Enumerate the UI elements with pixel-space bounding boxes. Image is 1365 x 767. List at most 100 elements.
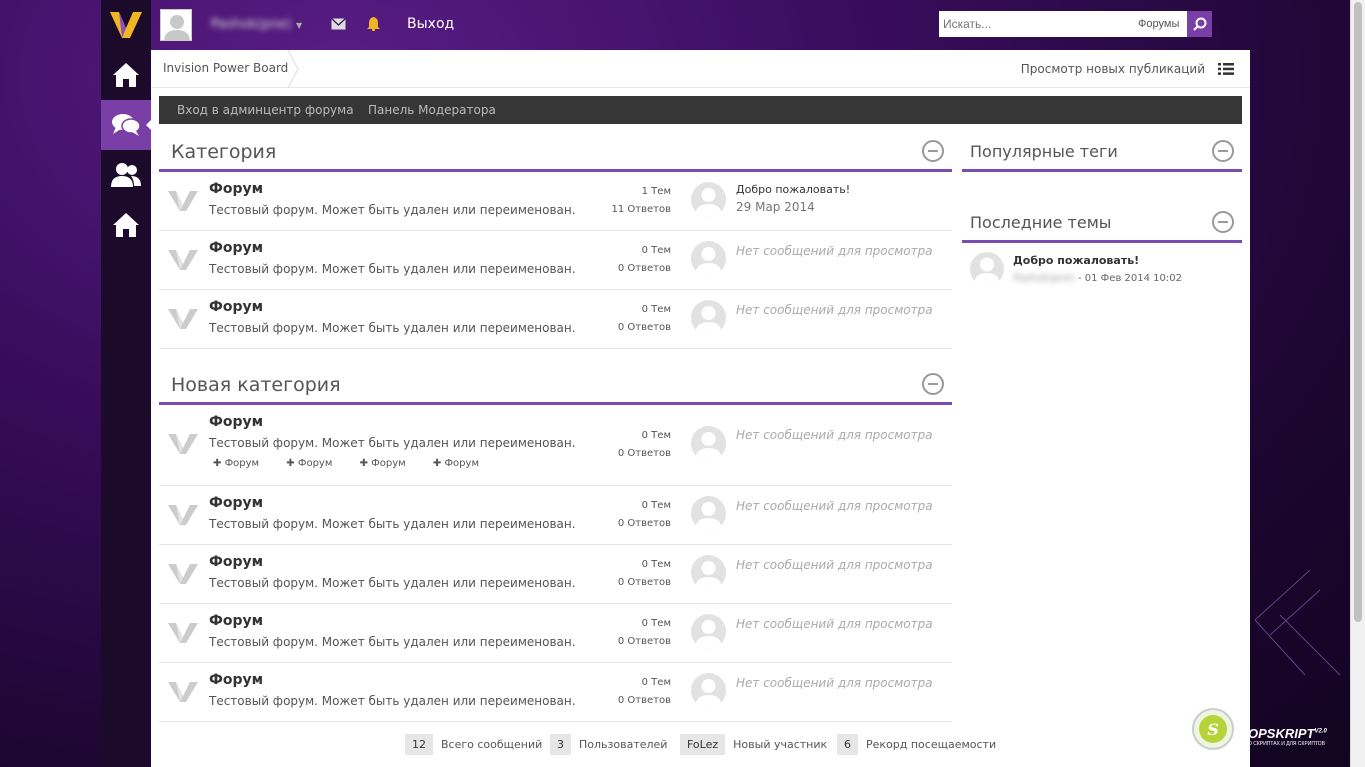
collapse-icon[interactable] — [1212, 140, 1234, 162]
avatar — [691, 555, 726, 590]
stat-posts-label: Всего сообщений — [441, 738, 543, 751]
category-title[interactable]: Новая категория — [171, 374, 341, 396]
page-scrollbar[interactable] — [1350, 0, 1365, 767]
no-posts-text: Нет сообщений для просмотра — [736, 617, 933, 631]
nav-forums[interactable] — [101, 100, 152, 150]
stat-record-count: 6 — [837, 734, 858, 755]
forum-stats: 0 Тем 0 Ответов — [618, 242, 671, 278]
avatar — [691, 673, 726, 708]
avatar — [691, 300, 726, 335]
nav-home[interactable] — [101, 50, 151, 100]
forum-stats: 0 Тем 0 Ответов — [618, 674, 671, 710]
forum-stats: 0 Тем 0 Ответов — [618, 301, 671, 337]
search-button[interactable] — [1187, 11, 1212, 37]
subforum-link[interactable]: ✚ Форум — [360, 458, 406, 469]
last-post-date: 29 Мар 2014 — [736, 200, 815, 214]
nav-members[interactable] — [101, 150, 151, 200]
category-title[interactable]: Категория — [171, 141, 276, 163]
topic-count: 0 Тем — [641, 430, 671, 441]
moderator-panel-link[interactable]: Панель Модератора — [368, 103, 496, 117]
subforum-list: ✚ Форум ✚ Форум ✚ Форум ✚ Форум — [213, 458, 503, 469]
forum-title[interactable]: Форум — [209, 299, 263, 315]
forum-row: Форум Тестовый форум. Может быть удален … — [159, 486, 952, 545]
forum-title[interactable]: Форум — [209, 414, 263, 430]
stat-posts-count: 12 — [405, 734, 433, 755]
recent-topic-meta: Pashok(pne) - 01 Фев 2014 10:02 — [1013, 273, 1182, 284]
subforum-link[interactable]: ✚ Форум — [213, 458, 259, 469]
subforum-link[interactable]: ✚ Форум — [286, 458, 332, 469]
background-decoration — [1254, 569, 1341, 676]
no-posts-text: Нет сообщений для просмотра — [736, 499, 933, 513]
recent-topic-date: - 01 Фев 2014 10:02 — [1074, 273, 1182, 284]
forum-title[interactable]: Форум — [209, 240, 263, 256]
forum-row: Форум Тестовый форум. Может быть удален … — [159, 663, 952, 722]
collapse-icon[interactable] — [922, 373, 944, 395]
recent-topic-author[interactable]: Pashok(pne) — [1013, 273, 1075, 284]
top-bar: Pashok(pne) ▼ Выход Форумы — [151, 0, 1250, 50]
forum-stats: 0 Тем 0 Ответов — [618, 497, 671, 533]
forum-title[interactable]: Форум — [209, 495, 263, 511]
bell-icon[interactable] — [367, 17, 380, 31]
collapse-icon[interactable] — [922, 140, 944, 162]
logout-link[interactable]: Выход — [407, 16, 454, 32]
forum-read-icon — [168, 623, 198, 643]
reply-count: 0 Ответов — [617, 518, 671, 529]
avatar — [691, 614, 726, 649]
no-posts-text: Нет сообщений для просмотра — [736, 676, 933, 690]
home-icon — [113, 213, 139, 237]
forum-title[interactable]: Форум — [209, 181, 263, 197]
scroll-top-badge[interactable]: S — [1192, 708, 1234, 750]
breadcrumb-home[interactable]: Invision Power Board — [163, 61, 288, 75]
forum-read-icon — [168, 505, 198, 525]
avatar[interactable] — [691, 182, 726, 217]
avatar[interactable] — [970, 252, 1004, 286]
new-posts-link[interactable]: Просмотр новых публикаций — [1021, 62, 1205, 76]
reply-count: 0 Ответов — [617, 636, 671, 647]
home-icon — [113, 63, 139, 87]
forum-title[interactable]: Форум — [209, 554, 263, 570]
category-header: Категория — [159, 132, 952, 172]
subforum-link[interactable]: ✚ Форум — [433, 458, 479, 469]
list-icon[interactable] — [1218, 63, 1234, 75]
newest-member-link[interactable]: FoLez — [680, 734, 726, 755]
popular-tags-header: Популярные теги — [962, 132, 1242, 172]
popular-tags-title: Популярные теги — [970, 142, 1118, 161]
moderator-bar: Вход в админцентр форума Панель Модерато… — [159, 96, 1242, 124]
scrollbar-thumb[interactable] — [1354, 2, 1362, 622]
chat-bubbles-icon — [112, 114, 141, 136]
forum-title[interactable]: Форум — [209, 672, 263, 688]
no-posts-text: Нет сообщений для просмотра — [736, 244, 933, 258]
forum-row: Форум Тестовый форум. Может быть удален … — [159, 172, 952, 231]
user-avatar[interactable] — [160, 9, 192, 41]
topic-count: 0 Тем — [641, 245, 671, 256]
recent-topic-item: Добро пожаловать! Pashok(pne) - 01 Фев 2… — [962, 243, 1242, 293]
forum-row: Форум Тестовый форум. Может быть удален … — [159, 405, 952, 486]
search-input[interactable] — [939, 17, 1139, 31]
username[interactable]: Pashok(pne) — [211, 17, 291, 32]
admin-cp-link[interactable]: Вход в админцентр форума — [177, 103, 354, 117]
forum-description: Тестовый форум. Может быть удален или пе… — [209, 203, 576, 217]
forum-row: Форум Тестовый форум. Может быть удален … — [159, 290, 952, 349]
search-scope[interactable]: Форумы — [1138, 18, 1179, 30]
stat-users: 3 Пользователей — [550, 734, 667, 755]
recent-topic-title[interactable]: Добро пожаловать! — [1013, 254, 1139, 267]
nav-home-2[interactable] — [101, 200, 151, 250]
main-panel: Invision Power Board Просмотр новых публ… — [151, 50, 1250, 767]
stat-newest-label: Новый участник — [733, 738, 828, 751]
forum-title[interactable]: Форум — [209, 613, 263, 629]
no-posts-text: Нет сообщений для просмотра — [736, 428, 933, 442]
topic-count: 1 Тем — [641, 186, 671, 197]
forum-description: Тестовый форум. Может быть удален или пе… — [209, 635, 576, 649]
collapse-icon[interactable] — [1212, 211, 1234, 233]
chevron-down-icon[interactable]: ▼ — [296, 21, 302, 30]
forum-row: Форум Тестовый форум. Может быть удален … — [159, 604, 952, 663]
last-post-title[interactable]: Добро пожаловать! — [736, 183, 850, 196]
forum-row: Форум Тестовый форум. Может быть удален … — [159, 545, 952, 604]
forum-row: Форум Тестовый форум. Может быть удален … — [159, 231, 952, 290]
site-logo[interactable] — [101, 0, 151, 50]
forum-stats: 0 Тем 0 Ответов — [618, 556, 671, 592]
forum-read-icon — [168, 191, 198, 211]
stat-users-label: Пользователей — [579, 738, 668, 751]
reply-count: 0 Ответов — [617, 322, 671, 333]
mail-icon[interactable] — [331, 18, 346, 30]
